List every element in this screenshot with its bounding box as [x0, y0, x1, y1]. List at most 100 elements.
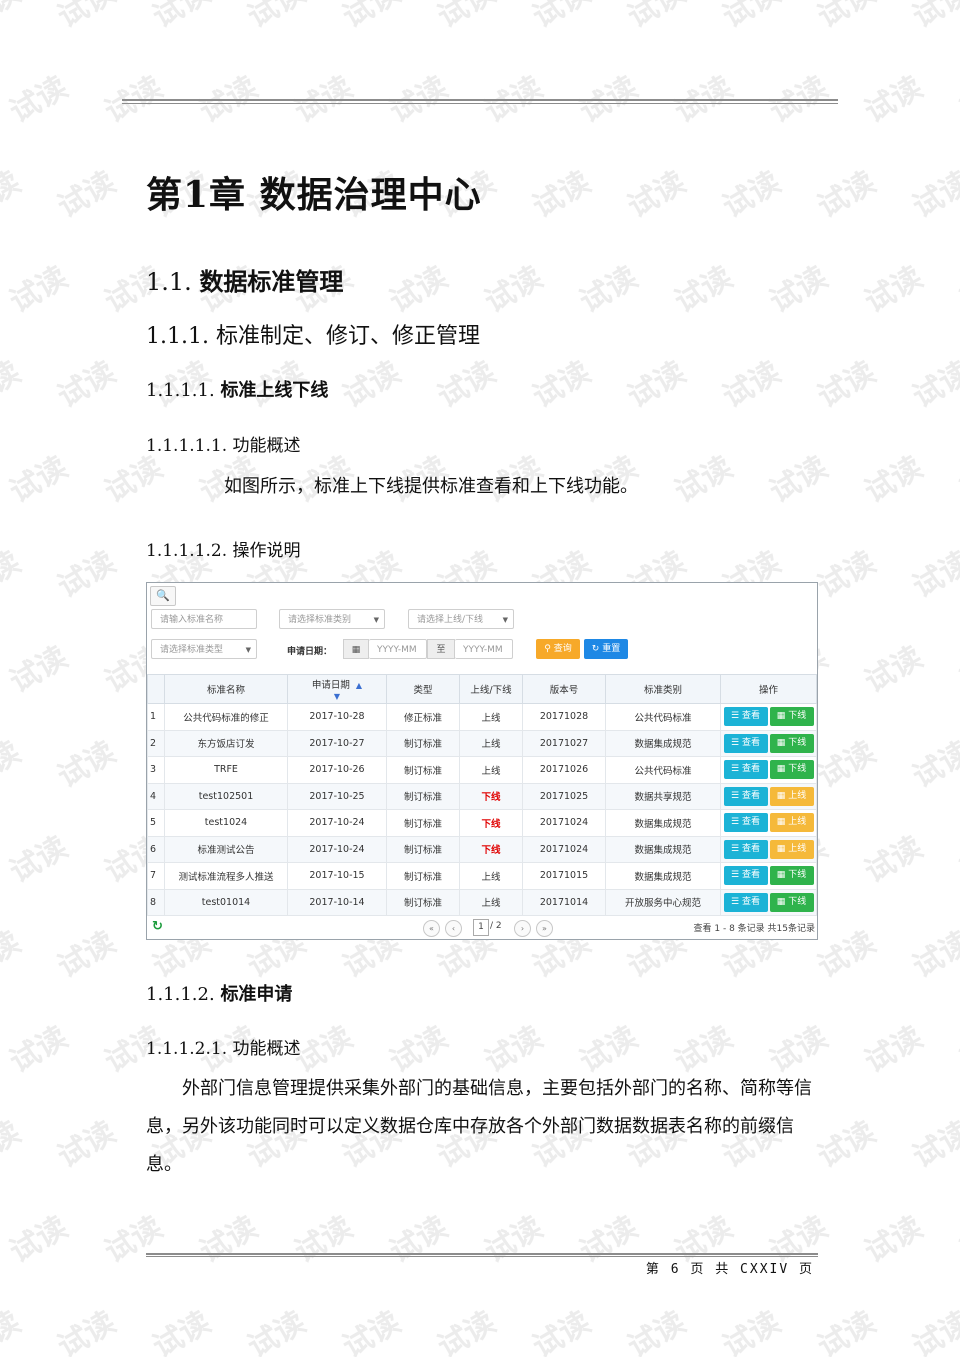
type-cell: 制订标准	[386, 729, 460, 757]
query-button[interactable]: ⚲ 查询	[536, 639, 580, 659]
version-cell: 20171025	[522, 782, 606, 810]
standard-name-cell: TRFE	[164, 756, 288, 784]
chevron-down-icon: ▼	[245, 646, 251, 654]
prev-page-button[interactable]: ‹	[445, 920, 462, 937]
reset-button[interactable]: ↻ 重置	[584, 639, 628, 659]
refresh-icon[interactable]: ↻	[152, 919, 163, 934]
refresh-icon: ↻	[591, 644, 600, 654]
table-row[interactable]: 7 测试标准流程多人推送 2017-10-15 制订标准 上线 20171015 数据集成规…	[147, 862, 817, 890]
online-button[interactable]: ▦ 上线	[769, 839, 814, 859]
view-button[interactable]: ☰ 查看	[723, 707, 768, 727]
footer-rule	[146, 1253, 818, 1257]
action-label: 上线	[788, 843, 807, 854]
subsubsection-heading-2: 1.1.1.2. 标准申请	[146, 980, 292, 1006]
table-row[interactable]: 3 TRFE 2017-10-26 制订标准 上线 20171026 公共代码标准 ☰ 查看 ▦…	[147, 756, 817, 784]
trash-icon: ▦	[776, 817, 786, 828]
view-button[interactable]: ☰ 查看	[723, 839, 768, 859]
table-row[interactable]: 4 test102501 2017-10-25 制订标准 下线 20171025 数据共享规…	[147, 782, 817, 810]
subsubsection-heading: 1.1.1.1. 标准上线下线	[146, 376, 328, 402]
row-index: 2	[147, 729, 165, 757]
online-button[interactable]: ▦ 上线	[769, 813, 814, 833]
table-row[interactable]: 8 test01014 2017-10-14 制订标准 上线 20171014 开放服务中心…	[147, 888, 817, 916]
table-row[interactable]: 6 标准测试公告 2017-10-24 制订标准 下线 20171024 数据集成规范 ☰ 查…	[147, 835, 817, 863]
column-header[interactable]: 标准名称	[164, 674, 288, 704]
column-header-label: 申请日期	[311, 679, 350, 691]
online-select[interactable]: 请选择上线/下线 ▼	[408, 609, 514, 629]
action-label: 下线	[788, 737, 807, 748]
view-label: 查看	[741, 737, 760, 748]
view-label: 查看	[741, 870, 760, 881]
date-from-input[interactable]: YYYY-MM	[369, 639, 427, 659]
view-label: 查看	[741, 711, 760, 722]
standards-table: 标准名称 申请日期 ▲ ▼ 类型 上线/下线 版本号 标准类别 操作 1 公共代码标准…	[147, 674, 817, 916]
view-label: 查看	[741, 896, 760, 907]
first-page-button[interactable]: «	[423, 920, 440, 937]
view-button[interactable]: ☰ 查看	[723, 760, 768, 780]
last-page-button[interactable]: »	[536, 920, 553, 937]
table-row[interactable]: 1 公共代码标准的修正 2017-10-28 修正标准 上线 20171028 公共代码标准…	[147, 703, 817, 731]
search-toggle-button[interactable]: 🔍	[150, 586, 176, 606]
column-header[interactable]: 上线/下线	[459, 674, 523, 704]
action-label: 下线	[788, 711, 807, 722]
offline-button[interactable]: ▦ 下线	[769, 733, 814, 753]
list-icon: ☰	[731, 870, 740, 881]
query-label: 查询	[553, 644, 572, 654]
table-row[interactable]: 5 test1024 2017-10-24 制订标准 下线 20171024 数据集成规范 ☰…	[147, 809, 817, 837]
ui-screenshot: 🔍 请输入标准名称 请选择标准类别 ▼ 请选择上线/下线 ▼ 请选择标准类型 ▼ 申请…	[146, 582, 818, 940]
version-cell: 20171027	[522, 729, 606, 757]
view-button[interactable]: ☰ 查看	[723, 892, 768, 912]
calendar-icon[interactable]: ▦	[343, 639, 369, 659]
actions-cell: ☰ 查看 ▦ 上线	[720, 782, 817, 810]
list-icon: ☰	[731, 843, 740, 854]
row-index: 1	[147, 703, 165, 731]
version-cell: 20171024	[522, 809, 606, 837]
online-button[interactable]: ▦ 上线	[769, 786, 814, 806]
type-select[interactable]: 请选择标准类型 ▼	[151, 639, 257, 659]
column-header[interactable]: 类型	[386, 674, 460, 704]
column-header-date[interactable]: 申请日期 ▲ ▼	[287, 674, 387, 704]
version-cell: 20171028	[522, 703, 606, 731]
offline-button[interactable]: ▦ 下线	[769, 707, 814, 727]
trash-icon: ▦	[776, 711, 786, 722]
name-input[interactable]: 请输入标准名称	[151, 609, 257, 629]
version-cell: 20171014	[522, 888, 606, 916]
view-label: 查看	[741, 764, 760, 775]
next-page-button[interactable]: ›	[514, 920, 531, 937]
view-button[interactable]: ☰ 查看	[723, 866, 768, 886]
table-row[interactable]: 2 东方饭店订发 2017-10-27 制订标准 上线 20171027 数据集成规范 ☰ 查…	[147, 729, 817, 757]
action-label: 下线	[788, 764, 807, 775]
subsubsection-title: 标准申请	[220, 984, 293, 1005]
standard-name-cell: test102501	[164, 782, 288, 810]
overview-heading: 1.1.1.1.1. 功能概述	[146, 436, 301, 456]
actions-cell: ☰ 查看 ▦ 下线	[720, 729, 817, 757]
category-select[interactable]: 请选择标准类别 ▼	[279, 609, 385, 629]
view-button[interactable]: ☰ 查看	[723, 813, 768, 833]
version-cell: 20171026	[522, 756, 606, 784]
date-to-input[interactable]: YYYY-MM	[455, 639, 513, 659]
type-cell: 制订标准	[386, 782, 460, 810]
list-icon: ☰	[731, 711, 740, 722]
status-cell: 上线	[459, 756, 523, 784]
online-placeholder: 请选择上线/下线	[417, 615, 484, 625]
category-cell: 数据集成规范	[605, 862, 721, 890]
column-header[interactable]: 标准类别	[605, 674, 721, 704]
list-icon: ☰	[731, 764, 740, 775]
offline-button[interactable]: ▦ 下线	[769, 760, 814, 780]
list-icon: ☰	[731, 737, 740, 748]
page-number-input[interactable]: 1	[473, 919, 489, 936]
table-header-row: 标准名称 申请日期 ▲ ▼ 类型 上线/下线 版本号 标准类别 操作	[147, 674, 817, 704]
list-icon: ☰	[731, 790, 740, 801]
offline-button[interactable]: ▦ 下线	[769, 892, 814, 912]
chapter-title: 第1章 数据治理中心	[146, 174, 482, 216]
apply-date-cell: 2017-10-28	[287, 703, 387, 731]
version-cell: 20171024	[522, 835, 606, 863]
list-icon: ☰	[731, 817, 740, 828]
view-button[interactable]: ☰ 查看	[723, 786, 768, 806]
subsubsection-number: 1.1.1.2.	[146, 984, 215, 1005]
view-button[interactable]: ☰ 查看	[723, 733, 768, 753]
action-label: 下线	[788, 896, 807, 907]
action-label: 下线	[788, 870, 807, 881]
offline-button[interactable]: ▦ 下线	[769, 866, 814, 886]
subsection-title: 标准制定、修订、修正管理	[215, 324, 480, 349]
column-header[interactable]: 版本号	[522, 674, 606, 704]
